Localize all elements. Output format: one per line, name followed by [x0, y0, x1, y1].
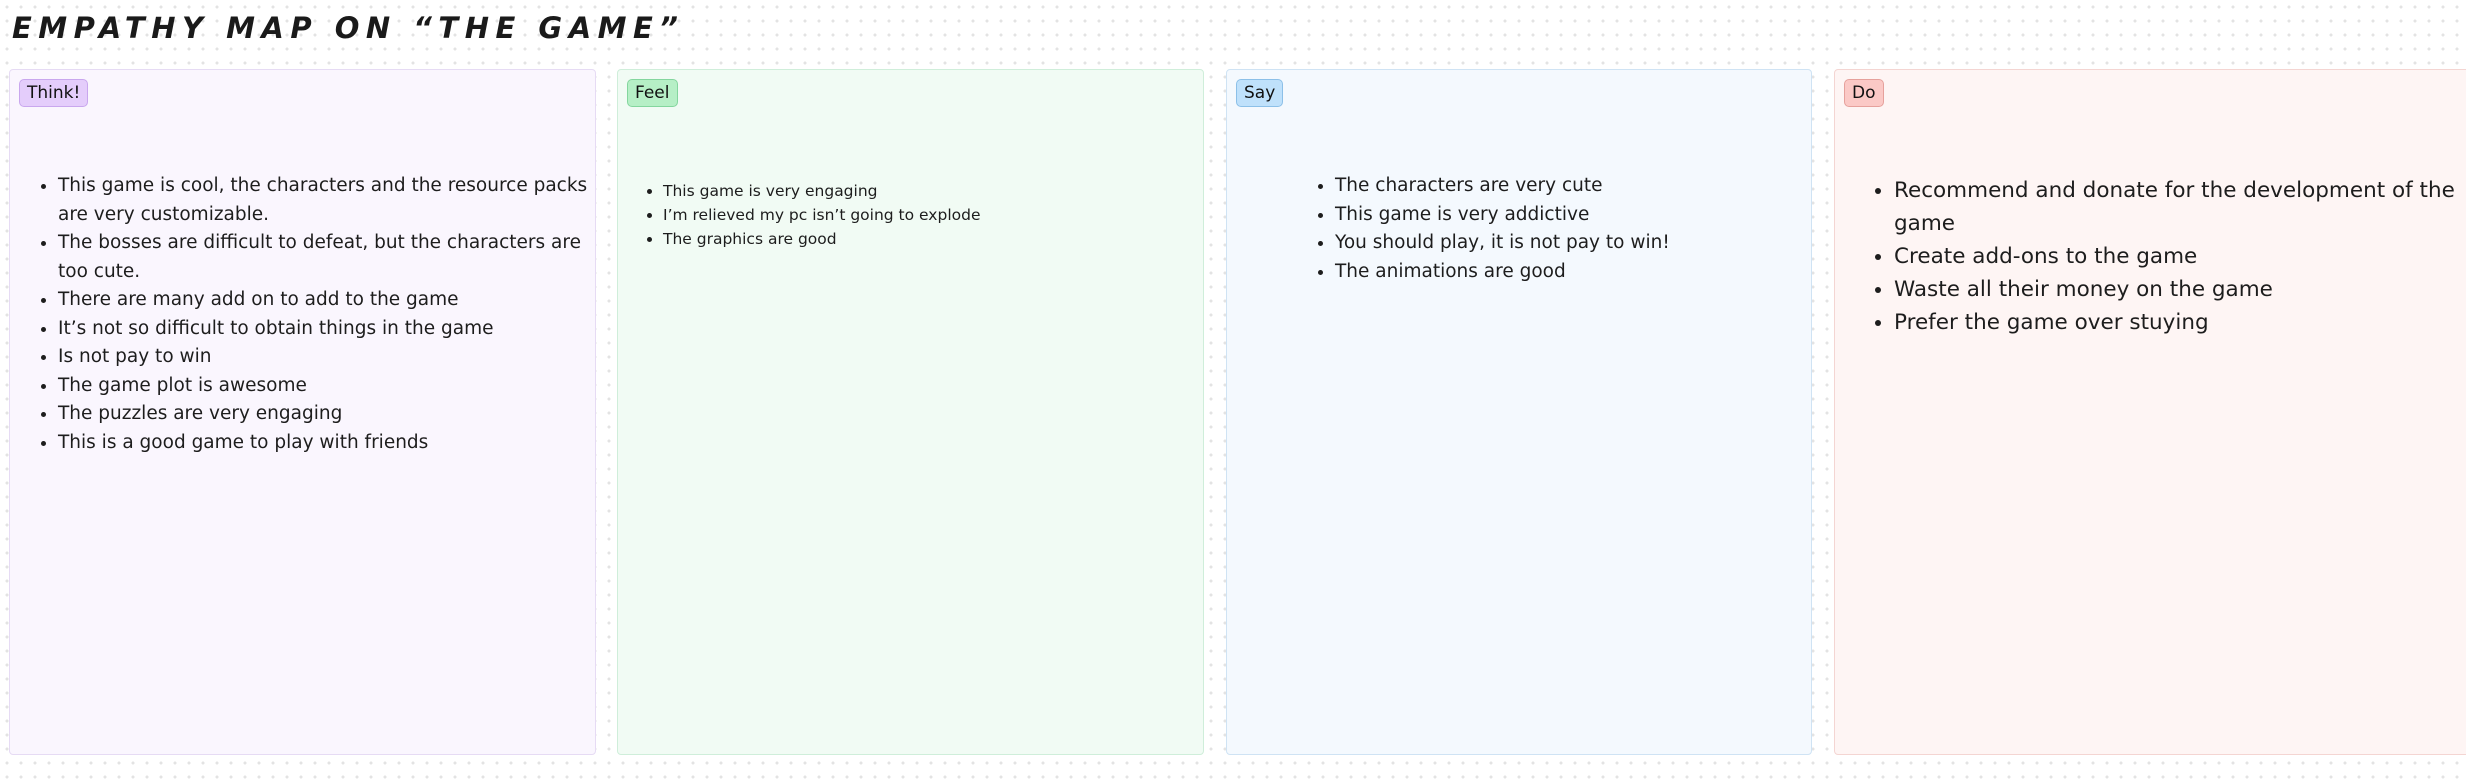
- note-item[interactable]: The animations are good: [1335, 258, 1811, 287]
- note-item[interactable]: The bosses are difficult to defeat, but …: [58, 229, 595, 286]
- section-label-say[interactable]: Say: [1236, 79, 1284, 107]
- note-item[interactable]: You should play, it is not pay to win!: [1335, 229, 1811, 258]
- note-item[interactable]: There are many add on to add to the game: [58, 286, 595, 315]
- note-item[interactable]: This game is cool, the characters and th…: [58, 172, 595, 229]
- note-item[interactable]: This is a good game to play with friends: [58, 429, 595, 458]
- note-item[interactable]: Create add-ons to the game: [1894, 240, 2466, 273]
- section-label-feel[interactable]: Feel: [627, 79, 678, 107]
- section-do[interactable]: Do Recommend and donate for the developm…: [1834, 69, 2466, 755]
- note-item[interactable]: The graphics are good: [663, 228, 1183, 252]
- section-label-think[interactable]: Think!: [19, 79, 89, 107]
- section-feel[interactable]: Feel This game is very engaging I’m reli…: [617, 69, 1204, 755]
- note-item[interactable]: Prefer the game over stuying: [1894, 306, 2466, 339]
- note-item[interactable]: Recommend and donate for the development…: [1894, 174, 2466, 240]
- board-title[interactable]: EMPATHY MAP ON “THE GAME”: [12, 8, 684, 48]
- section-say[interactable]: Say The characters are very cute This ga…: [1226, 69, 1812, 755]
- section-think[interactable]: Think! This game is cool, the characters…: [9, 69, 596, 755]
- note-item[interactable]: I’m relieved my pc isn’t going to explod…: [663, 204, 1183, 228]
- notes-list-say: The characters are very cute This game i…: [1287, 172, 1811, 287]
- notes-list-do: Recommend and donate for the development…: [1846, 174, 2466, 339]
- note-item[interactable]: Is not pay to win: [58, 343, 595, 372]
- note-item[interactable]: This game is very engaging: [663, 180, 1183, 204]
- note-item[interactable]: The characters are very cute: [1335, 172, 1811, 201]
- notes-list-think: This game is cool, the characters and th…: [10, 172, 595, 458]
- note-item[interactable]: The puzzles are very engaging: [58, 400, 595, 429]
- note-item[interactable]: The game plot is awesome: [58, 372, 595, 401]
- note-item[interactable]: Waste all their money on the game: [1894, 273, 2466, 306]
- note-item[interactable]: This game is very addictive: [1335, 201, 1811, 230]
- notes-list-feel: This game is very engaging I’m relieved …: [618, 180, 1183, 251]
- section-label-do[interactable]: Do: [1844, 79, 1884, 107]
- note-item[interactable]: It’s not so difficult to obtain things i…: [58, 315, 595, 344]
